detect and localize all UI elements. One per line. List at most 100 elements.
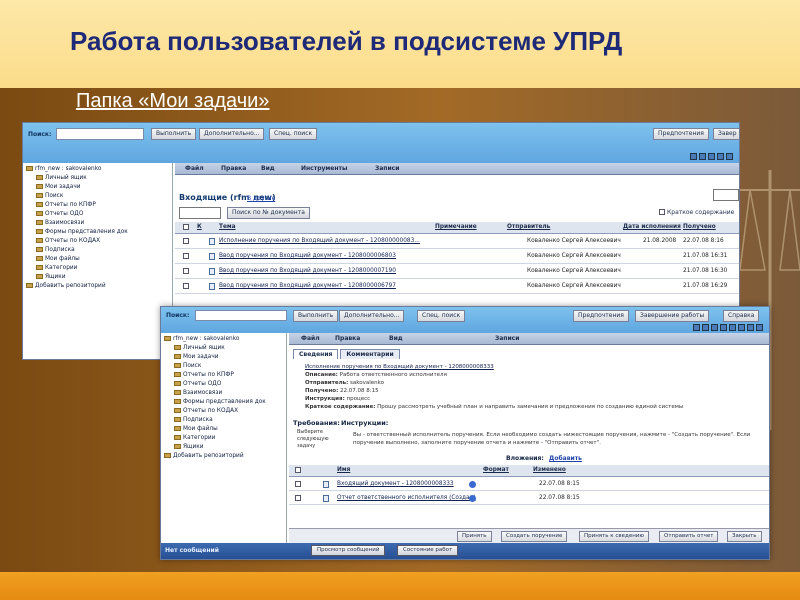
info-icon[interactable] xyxy=(469,481,476,488)
tree-item[interactable]: rfm_new : sakovalenko xyxy=(26,165,169,174)
row-checkbox[interactable] xyxy=(183,238,189,244)
menu-edit[interactable]: Правка xyxy=(221,165,246,172)
logout-button[interactable]: Завер xyxy=(713,128,739,140)
filter-input[interactable] xyxy=(713,189,739,201)
menu-tools[interactable]: Инструменты xyxy=(301,165,347,172)
table-row[interactable]: Ввод поручения по Входящий документ - 12… xyxy=(175,279,739,294)
work-status-button[interactable]: Состояние работ xyxy=(397,545,459,556)
search-input[interactable] xyxy=(195,310,287,321)
tree-item[interactable]: Категории xyxy=(26,264,169,273)
tree-item[interactable]: Мои задачи xyxy=(26,183,169,192)
col-subject[interactable]: Тема xyxy=(219,224,236,230)
row-checkbox[interactable] xyxy=(295,481,301,487)
menu-file[interactable]: Файл xyxy=(301,335,320,342)
col-note[interactable]: Примечание xyxy=(435,224,477,230)
toolbar-icon[interactable] xyxy=(720,324,727,331)
create-order-button[interactable]: Создать поручение xyxy=(501,531,568,542)
preferences-button[interactable]: Предпочтения xyxy=(573,310,629,322)
table-row[interactable]: Исполнение поручения по Входящий докумен… xyxy=(175,234,739,249)
add-attachment-link[interactable]: Добавить xyxy=(549,455,582,462)
view-messages-button[interactable]: Просмотр сообщений xyxy=(311,545,386,556)
row-subject[interactable]: Ввод поручения по Входящий документ - 12… xyxy=(219,253,396,259)
col-sender[interactable]: Отправитель xyxy=(507,224,550,230)
col-format[interactable]: Формат xyxy=(483,467,509,473)
task-subject-link[interactable]: Исполнение поручения по Входящий докумен… xyxy=(305,364,494,370)
attachment-name[interactable]: Входящий документ - 1208000008333 xyxy=(337,481,454,487)
advanced-search-button[interactable]: Спец. поиск xyxy=(269,128,318,140)
attachment-name[interactable]: Отчет ответственного исполнителя (Создан… xyxy=(337,495,476,501)
tree-item[interactable]: Отчеты ОДО xyxy=(26,210,169,219)
tree-item[interactable]: Взаимосвязи xyxy=(26,219,169,228)
row-checkbox[interactable] xyxy=(183,268,189,274)
menu-view[interactable]: Вид xyxy=(389,335,403,342)
col-received[interactable]: Получено xyxy=(683,224,716,230)
tree-item[interactable]: rfm_new : sakovalenko xyxy=(164,335,283,344)
select-all-checkbox[interactable] xyxy=(295,467,301,473)
tree-item[interactable]: Взаимосвязи xyxy=(164,389,283,398)
tree-item[interactable]: Отчеты ОДО xyxy=(164,380,283,389)
tree-item[interactable]: Отчеты по КПФР xyxy=(26,201,169,210)
info-icon[interactable] xyxy=(469,495,476,502)
row-subject[interactable]: Ввод поручения по Входящий документ - 12… xyxy=(219,283,396,289)
execute-button[interactable]: Выполнить xyxy=(293,310,339,322)
table-row[interactable]: Входящий документ - 1208000008333 22.07.0… xyxy=(289,477,769,491)
table-row[interactable]: Ввод поручения по Входящий документ - 12… xyxy=(175,264,739,279)
row-subject[interactable]: Ввод поручения по Входящий документ - 12… xyxy=(219,268,396,274)
menu-file[interactable]: Файл xyxy=(185,165,204,172)
tree-item[interactable]: Личный ящик xyxy=(164,344,283,353)
tree-item[interactable]: Категории xyxy=(164,434,283,443)
toolbar-icon[interactable] xyxy=(747,324,754,331)
tree-item[interactable]: Добавить репозиторий xyxy=(26,282,169,291)
menu-records[interactable]: Записи xyxy=(495,335,519,342)
tree-item[interactable]: Мои файлы xyxy=(26,255,169,264)
tree-item[interactable]: Ящики xyxy=(26,273,169,282)
row-subject[interactable]: Исполнение поручения по Входящий докумен… xyxy=(219,238,420,244)
tree-item[interactable]: Поиск xyxy=(164,362,283,371)
doc-number-input[interactable] xyxy=(179,207,221,219)
tree-item[interactable]: Формы представления док xyxy=(164,398,283,407)
tab-comments[interactable]: Комментарии xyxy=(340,349,400,359)
inbox-other-link[interactable]: В другие xyxy=(247,195,275,202)
toolbar-icon[interactable] xyxy=(717,153,724,160)
acknowledge-button[interactable]: Принять к сведению xyxy=(579,531,650,542)
toolbar-icon[interactable] xyxy=(708,153,715,160)
more-button[interactable]: Дополнительно... xyxy=(339,310,405,322)
toolbar-icon[interactable] xyxy=(729,324,736,331)
tree-item[interactable]: Личный ящик xyxy=(26,174,169,183)
toolbar-icon[interactable] xyxy=(738,324,745,331)
checkbox[interactable] xyxy=(659,209,665,215)
tree-item[interactable]: Ящики xyxy=(164,443,283,452)
more-button[interactable]: Дополнительно... xyxy=(199,128,265,140)
toolbar-icon[interactable] xyxy=(756,324,763,331)
search-input[interactable] xyxy=(56,128,144,140)
toolbar-icon[interactable] xyxy=(711,324,718,331)
short-content-checkbox[interactable]: Краткое содержание xyxy=(659,208,734,216)
menu-records[interactable]: Записи xyxy=(375,165,399,172)
toolbar-icon[interactable] xyxy=(699,153,706,160)
row-checkbox[interactable] xyxy=(183,253,189,259)
send-report-button[interactable]: Отправить отчет xyxy=(659,531,719,542)
table-row[interactable]: Отчет ответственного исполнителя (Создан… xyxy=(289,491,769,505)
help-button[interactable]: Справка xyxy=(723,310,760,322)
col-changed[interactable]: Изменено xyxy=(533,467,566,473)
menu-edit[interactable]: Правка xyxy=(335,335,360,342)
tree-item[interactable]: Отчеты по КОДАХ xyxy=(26,237,169,246)
tree-item[interactable]: Мои файлы xyxy=(164,425,283,434)
logout-button[interactable]: Завершение работы xyxy=(635,310,710,322)
advanced-search-button[interactable]: Спец. поиск xyxy=(417,310,466,322)
tree-item[interactable]: Отчеты по КОДАХ xyxy=(164,407,283,416)
toolbar-icon[interactable] xyxy=(702,324,709,331)
toolbar-icon[interactable] xyxy=(693,324,700,331)
tree-item[interactable]: Добавить репозиторий xyxy=(164,452,283,461)
toolbar-icon[interactable] xyxy=(726,153,733,160)
tab-details[interactable]: Сведения xyxy=(293,349,339,359)
col-k[interactable]: К xyxy=(197,224,202,230)
toolbar-icon[interactable] xyxy=(690,153,697,160)
row-checkbox[interactable] xyxy=(295,495,301,501)
search-by-number-button[interactable]: Поиск по № документа xyxy=(227,207,310,219)
execute-button[interactable]: Выполнить xyxy=(151,128,197,140)
col-due[interactable]: Дата исполнения xyxy=(623,224,681,230)
col-name[interactable]: Имя xyxy=(337,467,350,473)
tree-item[interactable]: Поиск xyxy=(26,192,169,201)
tree-item[interactable]: Подписка xyxy=(164,416,283,425)
